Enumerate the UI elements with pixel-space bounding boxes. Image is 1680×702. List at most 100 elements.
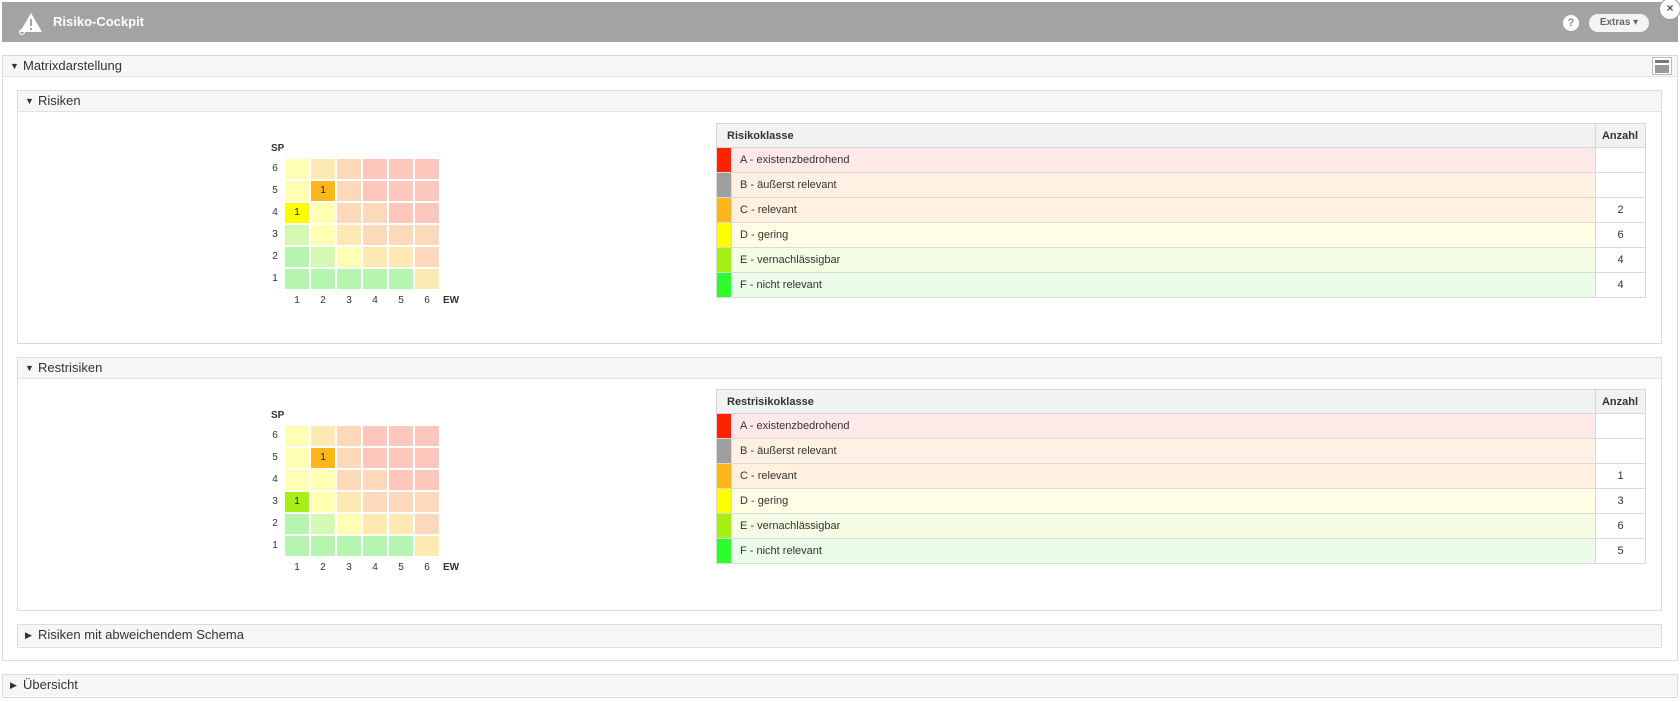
matrix-cell[interactable]: 1 — [311, 448, 335, 468]
matrix-cell[interactable] — [415, 426, 439, 446]
matrix-cell[interactable] — [337, 225, 361, 245]
matrix-cell[interactable] — [415, 159, 439, 179]
matrix-cell[interactable] — [285, 536, 309, 556]
matrix-cell[interactable] — [311, 269, 335, 289]
class-row[interactable]: A - existenzbedrohend — [716, 413, 1646, 439]
matrix-cell[interactable] — [415, 492, 439, 512]
class-row[interactable]: D - gering 6 — [716, 222, 1646, 248]
help-icon[interactable]: ? — [1563, 15, 1579, 31]
matrix-cell[interactable] — [415, 514, 439, 534]
matrix-cell[interactable] — [363, 225, 387, 245]
matrix-cell[interactable] — [363, 470, 387, 490]
matrix-cell[interactable] — [311, 159, 335, 179]
matrix-cell[interactable] — [363, 514, 387, 534]
class-row[interactable]: E - vernachlässigbar 6 — [716, 513, 1646, 539]
matrix-cell[interactable] — [415, 181, 439, 201]
matrix-panel-header[interactable]: ▼ Matrixdarstellung — [3, 56, 1677, 77]
matrix-cell[interactable] — [311, 514, 335, 534]
matrix-cell[interactable]: 1 — [285, 203, 309, 223]
matrix-cell[interactable] — [389, 269, 413, 289]
matrix-cell[interactable] — [389, 492, 413, 512]
matrix-cell[interactable] — [389, 536, 413, 556]
class-row[interactable]: F - nicht relevant 4 — [716, 272, 1646, 298]
matrix-cell[interactable] — [415, 470, 439, 490]
matrix-cell[interactable] — [285, 470, 309, 490]
matrix-cell[interactable] — [337, 181, 361, 201]
matrix-cell[interactable] — [285, 181, 309, 201]
matrix-cell[interactable] — [389, 426, 413, 446]
close-icon[interactable]: × — [1659, 0, 1680, 20]
matrix-cell[interactable] — [285, 247, 309, 267]
matrix-cell[interactable] — [363, 448, 387, 468]
matrix-cell[interactable] — [337, 159, 361, 179]
matrix-cell[interactable] — [311, 225, 335, 245]
class-row[interactable]: C - relevant 1 — [716, 463, 1646, 489]
matrix-cell[interactable] — [415, 448, 439, 468]
class-row[interactable]: A - existenzbedrohend — [716, 147, 1646, 173]
matrix-cell[interactable]: 1 — [311, 181, 335, 201]
residual-panel-header[interactable]: ▼ Restrisiken — [18, 358, 1661, 379]
matrix-cell[interactable] — [415, 269, 439, 289]
layout-grid-icon[interactable] — [1652, 57, 1672, 75]
matrix-cell[interactable] — [363, 536, 387, 556]
caret-down-icon: ▼ — [25, 363, 34, 373]
matrix-cell[interactable] — [337, 470, 361, 490]
matrix-cell[interactable] — [389, 159, 413, 179]
class-row[interactable]: E - vernachlässigbar 4 — [716, 247, 1646, 273]
sp-tick-label: 2 — [272, 518, 278, 529]
extras-button[interactable]: Extras ▾ — [1589, 14, 1649, 32]
matrix-cell[interactable] — [337, 269, 361, 289]
risks-panel-header[interactable]: ▼ Risiken — [18, 91, 1661, 112]
matrix-cell[interactable] — [363, 181, 387, 201]
matrix-cell[interactable] — [311, 536, 335, 556]
matrix-cell[interactable] — [363, 492, 387, 512]
class-row[interactable]: D - gering 3 — [716, 488, 1646, 514]
deviating-panel-header[interactable]: ▶ Risiken mit abweichendem Schema — [18, 625, 1661, 646]
matrix-cell[interactable]: 1 — [285, 492, 309, 512]
matrix-cell[interactable] — [285, 448, 309, 468]
matrix-cell[interactable] — [337, 247, 361, 267]
matrix-cell[interactable] — [285, 426, 309, 446]
matrix-cell[interactable] — [285, 225, 309, 245]
matrix-cell[interactable] — [389, 514, 413, 534]
matrix-cell[interactable] — [415, 247, 439, 267]
matrix-cell[interactable] — [389, 247, 413, 267]
matrix-cell[interactable] — [389, 225, 413, 245]
matrix-cell[interactable] — [363, 159, 387, 179]
matrix-cell[interactable] — [311, 203, 335, 223]
matrix-cell[interactable] — [363, 269, 387, 289]
class-row[interactable]: C - relevant 2 — [716, 197, 1646, 223]
matrix-cell[interactable] — [415, 203, 439, 223]
matrix-cell[interactable] — [389, 470, 413, 490]
matrix-cell[interactable] — [337, 514, 361, 534]
matrix-cell[interactable] — [337, 448, 361, 468]
matrix-cell[interactable] — [311, 470, 335, 490]
matrix-cell[interactable] — [311, 492, 335, 512]
matrix-cell[interactable] — [389, 448, 413, 468]
class-color-swatch — [716, 488, 732, 514]
matrix-cell[interactable] — [415, 225, 439, 245]
matrix-cell[interactable] — [389, 203, 413, 223]
class-color-swatch — [716, 438, 732, 464]
matrix-cell[interactable] — [363, 203, 387, 223]
matrix-cell[interactable] — [415, 536, 439, 556]
class-row[interactable]: B - äußerst relevant — [716, 438, 1646, 464]
matrix-cell[interactable] — [337, 536, 361, 556]
matrix-cell[interactable] — [285, 514, 309, 534]
matrix-cell[interactable] — [311, 426, 335, 446]
ew-tick-label: 3 — [346, 295, 352, 306]
class-row[interactable]: B - äußerst relevant — [716, 172, 1646, 198]
matrix-cell[interactable] — [311, 247, 335, 267]
overview-panel-header[interactable]: ▶ Übersicht — [3, 675, 1677, 696]
matrix-cell[interactable] — [337, 492, 361, 512]
ew-tick-label: 2 — [320, 295, 326, 306]
sp-axis-label: SP — [271, 143, 285, 154]
matrix-cell[interactable] — [285, 269, 309, 289]
matrix-cell[interactable] — [285, 159, 309, 179]
class-row[interactable]: F - nicht relevant 5 — [716, 538, 1646, 564]
matrix-cell[interactable] — [337, 426, 361, 446]
matrix-cell[interactable] — [363, 426, 387, 446]
matrix-cell[interactable] — [389, 181, 413, 201]
matrix-cell[interactable] — [337, 203, 361, 223]
matrix-cell[interactable] — [363, 247, 387, 267]
